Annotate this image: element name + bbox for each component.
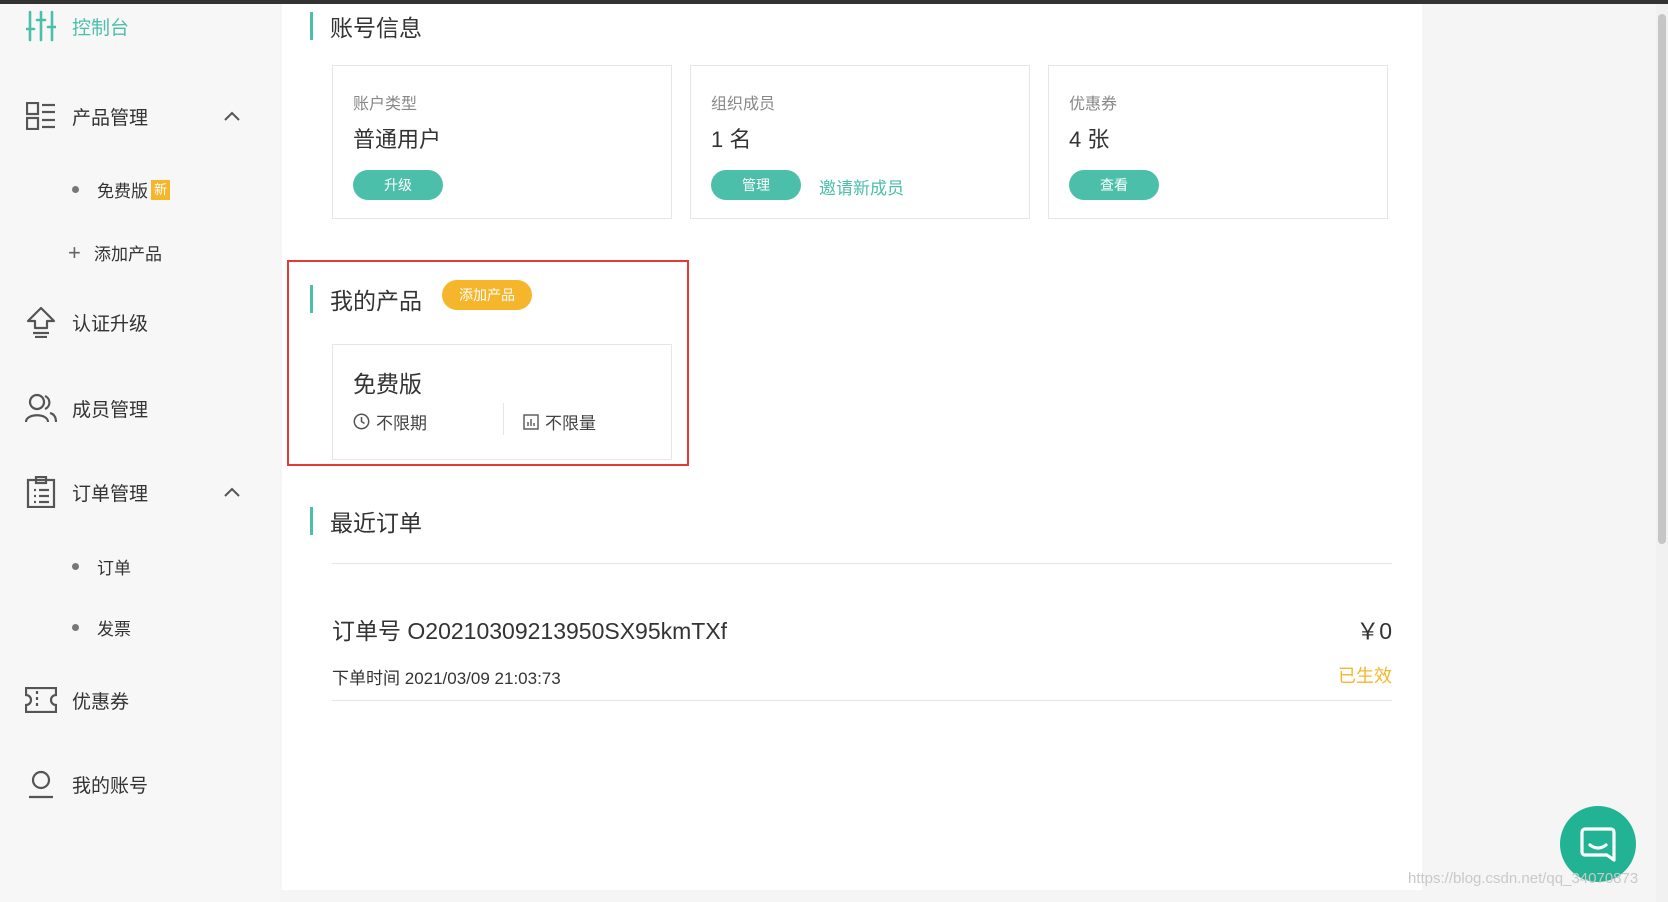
card-title: 组织成员 [711, 96, 776, 113]
product-period: 不限期 [353, 409, 427, 434]
sidebar-item-account[interactable]: 我的账号 [0, 766, 280, 802]
sidebar-item-orders[interactable]: 订单管理 [0, 474, 280, 510]
sidebar-subitem-add-product[interactable]: + 添加产品 [68, 240, 162, 265]
sidebar-subitem-label: 发票 [97, 620, 131, 639]
card-value: 4 张 [1069, 127, 1110, 152]
upgrade-button[interactable]: 升级 [353, 170, 443, 200]
order-number[interactable]: 订单号 O20210309213950SX95kmTXf [332, 612, 727, 646]
divider [332, 700, 1392, 701]
add-product-button[interactable]: 添加产品 [442, 280, 532, 310]
order-time-label: 下单时间 [332, 669, 400, 688]
sidebar-item-dashboard[interactable]: 控制台 [0, 8, 280, 44]
manage-members-button[interactable]: 管理 [711, 170, 801, 200]
bullet-dot-icon [72, 624, 79, 631]
invite-member-link[interactable]: 邀请新成员 [819, 174, 904, 199]
sidebar-item-members[interactable]: 成员管理 [0, 390, 280, 426]
bullet-dot-icon [72, 563, 79, 570]
section-title-text: 账号信息 [330, 15, 422, 41]
order-clipboard-icon [24, 475, 58, 509]
scrollbar-thumb[interactable] [1658, 14, 1666, 544]
scrollbar[interactable] [1656, 4, 1668, 902]
plus-icon: + [68, 239, 81, 265]
sidebar-item-label: 控制台 [72, 17, 130, 39]
product-quota: 不限量 [523, 409, 596, 434]
card-title: 优惠券 [1069, 96, 1118, 113]
title-accent-bar [310, 285, 313, 313]
new-badge: 新 [151, 179, 171, 200]
sidebar-item-label: 我的账号 [72, 775, 149, 797]
org-members-card: 组织成员 1 名 管理 邀请新成员 [690, 65, 1030, 219]
order-time: 下单时间 2021/03/09 21:03:73 [332, 664, 561, 689]
sidebar-item-label: 优惠券 [72, 691, 130, 713]
sidebar-item-products[interactable]: 产品管理 [0, 98, 280, 134]
bar-chart-icon [523, 413, 539, 430]
divider [503, 403, 504, 435]
coupon-ticket-icon [24, 683, 58, 717]
sidebar-subitem-free[interactable]: 免费版 新 [68, 177, 171, 202]
order-amount: ￥0 [1356, 618, 1392, 644]
order-status: 已生效 [1338, 666, 1392, 686]
account-section-title: 账号信息 [310, 9, 422, 43]
user-account-icon [24, 767, 58, 801]
bullet-dot-icon [72, 186, 79, 193]
product-list-icon [24, 99, 58, 133]
divider [332, 563, 1392, 564]
card-value: 1 名 [711, 127, 752, 152]
section-title-text: 最近订单 [330, 510, 422, 536]
recent-orders-section-title: 最近订单 [310, 504, 422, 538]
section-title-text: 我的产品 [330, 288, 422, 314]
my-products-section-title: 我的产品 [310, 282, 422, 316]
view-coupons-button[interactable]: 查看 [1069, 170, 1159, 200]
sidebar-subitem-invoice[interactable]: 发票 [68, 615, 131, 640]
title-accent-bar [310, 507, 313, 535]
order-number-label: 订单号 [332, 618, 401, 644]
clock-icon [353, 413, 370, 430]
sidebar-item-label: 订单管理 [72, 483, 149, 505]
card-title: 账户类型 [353, 96, 418, 113]
watermark: https://blog.csdn.net/qq_34070873 [1408, 870, 1639, 887]
card-value: 普通用户 [353, 127, 442, 152]
dashboard-sliders-icon [24, 9, 58, 43]
upgrade-arrow-icon [24, 305, 58, 339]
sidebar-item-label: 成员管理 [72, 399, 149, 421]
title-accent-bar [310, 12, 313, 40]
sidebar-item-label: 认证升级 [72, 313, 149, 335]
product-card[interactable]: 免费版 不限期 不限量 [332, 344, 672, 460]
account-type-card: 账户类型 普通用户 升级 [332, 65, 672, 219]
chat-bubble-icon [1579, 825, 1617, 863]
chevron-up-icon[interactable] [222, 106, 242, 126]
sidebar-item-label: 产品管理 [72, 107, 149, 129]
order-time-value: 2021/03/09 21:03:73 [404, 669, 561, 688]
product-period-text: 不限期 [376, 414, 427, 433]
sidebar-subitem-label: 添加产品 [94, 245, 162, 264]
product-name: 免费版 [353, 371, 422, 397]
sidebar-item-coupons[interactable]: 优惠券 [0, 682, 280, 718]
sidebar: 控制台 产品管理 免费版 新 + 添加产品 认证升级 成员管理 订单管理 订单 … [0, 4, 280, 902]
chevron-up-icon[interactable] [222, 482, 242, 502]
order-number-value: O20210309213950SX95kmTXf [407, 618, 728, 644]
product-quota-text: 不限量 [545, 414, 596, 433]
sidebar-subitem-label: 订单 [97, 559, 131, 578]
coupons-card: 优惠券 4 张 查看 [1048, 65, 1388, 219]
members-icon [24, 391, 58, 425]
sidebar-item-certification[interactable]: 认证升级 [0, 304, 280, 340]
sidebar-subitem-label: 免费版 [97, 182, 148, 201]
sidebar-subitem-orders[interactable]: 订单 [68, 554, 131, 579]
